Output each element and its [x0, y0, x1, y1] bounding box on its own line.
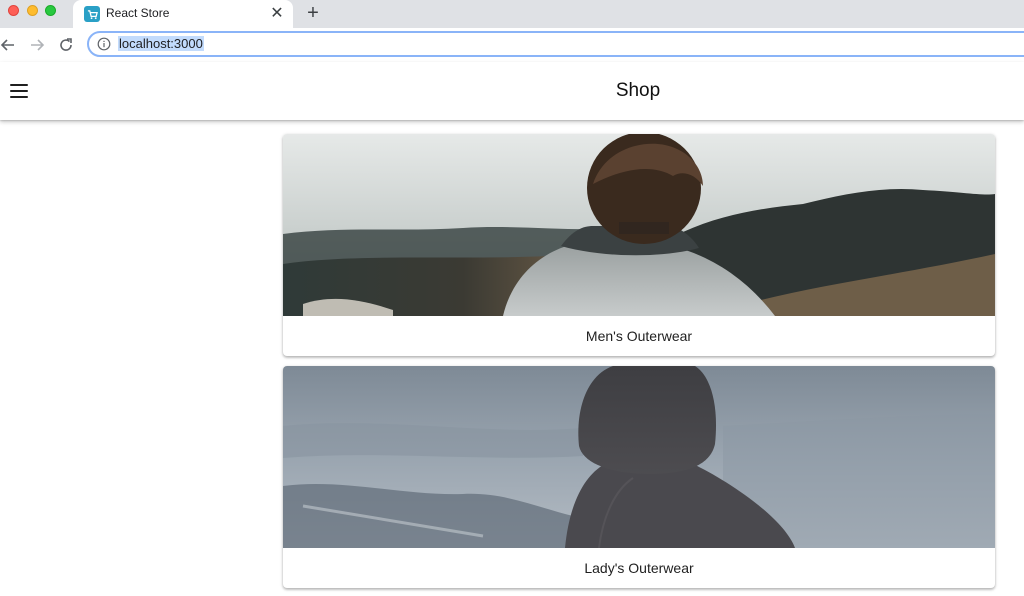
cart-icon: [84, 6, 100, 22]
window-close-button[interactable]: [8, 5, 19, 16]
window-minimize-button[interactable]: [27, 5, 38, 16]
reload-button[interactable]: [56, 35, 76, 55]
category-label[interactable]: Men's Outerwear: [283, 316, 995, 356]
browser-tab[interactable]: React Store ✕: [73, 0, 293, 28]
info-icon[interactable]: [97, 37, 111, 51]
address-bar[interactable]: localhost:3000: [87, 31, 1024, 57]
mens-outerwear-image: [283, 134, 995, 316]
tab-title: React Store: [106, 6, 170, 20]
page-title: Shop: [615, 80, 661, 101]
window-maximize-button[interactable]: [45, 5, 56, 16]
category-card-mens-outerwear[interactable]: Men's Outerwear: [283, 134, 995, 356]
arrow-right-icon: [31, 39, 45, 51]
browser-tab-strip: React Store ✕ +: [0, 0, 1024, 28]
url-text[interactable]: localhost:3000: [118, 36, 204, 51]
category-label[interactable]: Lady's Outerwear: [283, 548, 995, 588]
forward-button[interactable]: [27, 35, 47, 55]
app-bar: Shop: [0, 62, 1024, 120]
new-tab-button[interactable]: +: [302, 2, 324, 24]
reload-icon: [60, 38, 72, 51]
ladys-outerwear-image: [283, 366, 995, 548]
plus-icon: +: [307, 1, 319, 24]
close-icon: ✕: [270, 5, 284, 22]
category-card-ladys-outerwear[interactable]: Lady's Outerwear: [283, 366, 995, 588]
browser-toolbar: localhost:3000: [0, 28, 1024, 62]
tab-close-button[interactable]: ✕: [268, 4, 286, 22]
arrow-left-icon: [0, 39, 14, 51]
back-button[interactable]: [0, 35, 18, 55]
